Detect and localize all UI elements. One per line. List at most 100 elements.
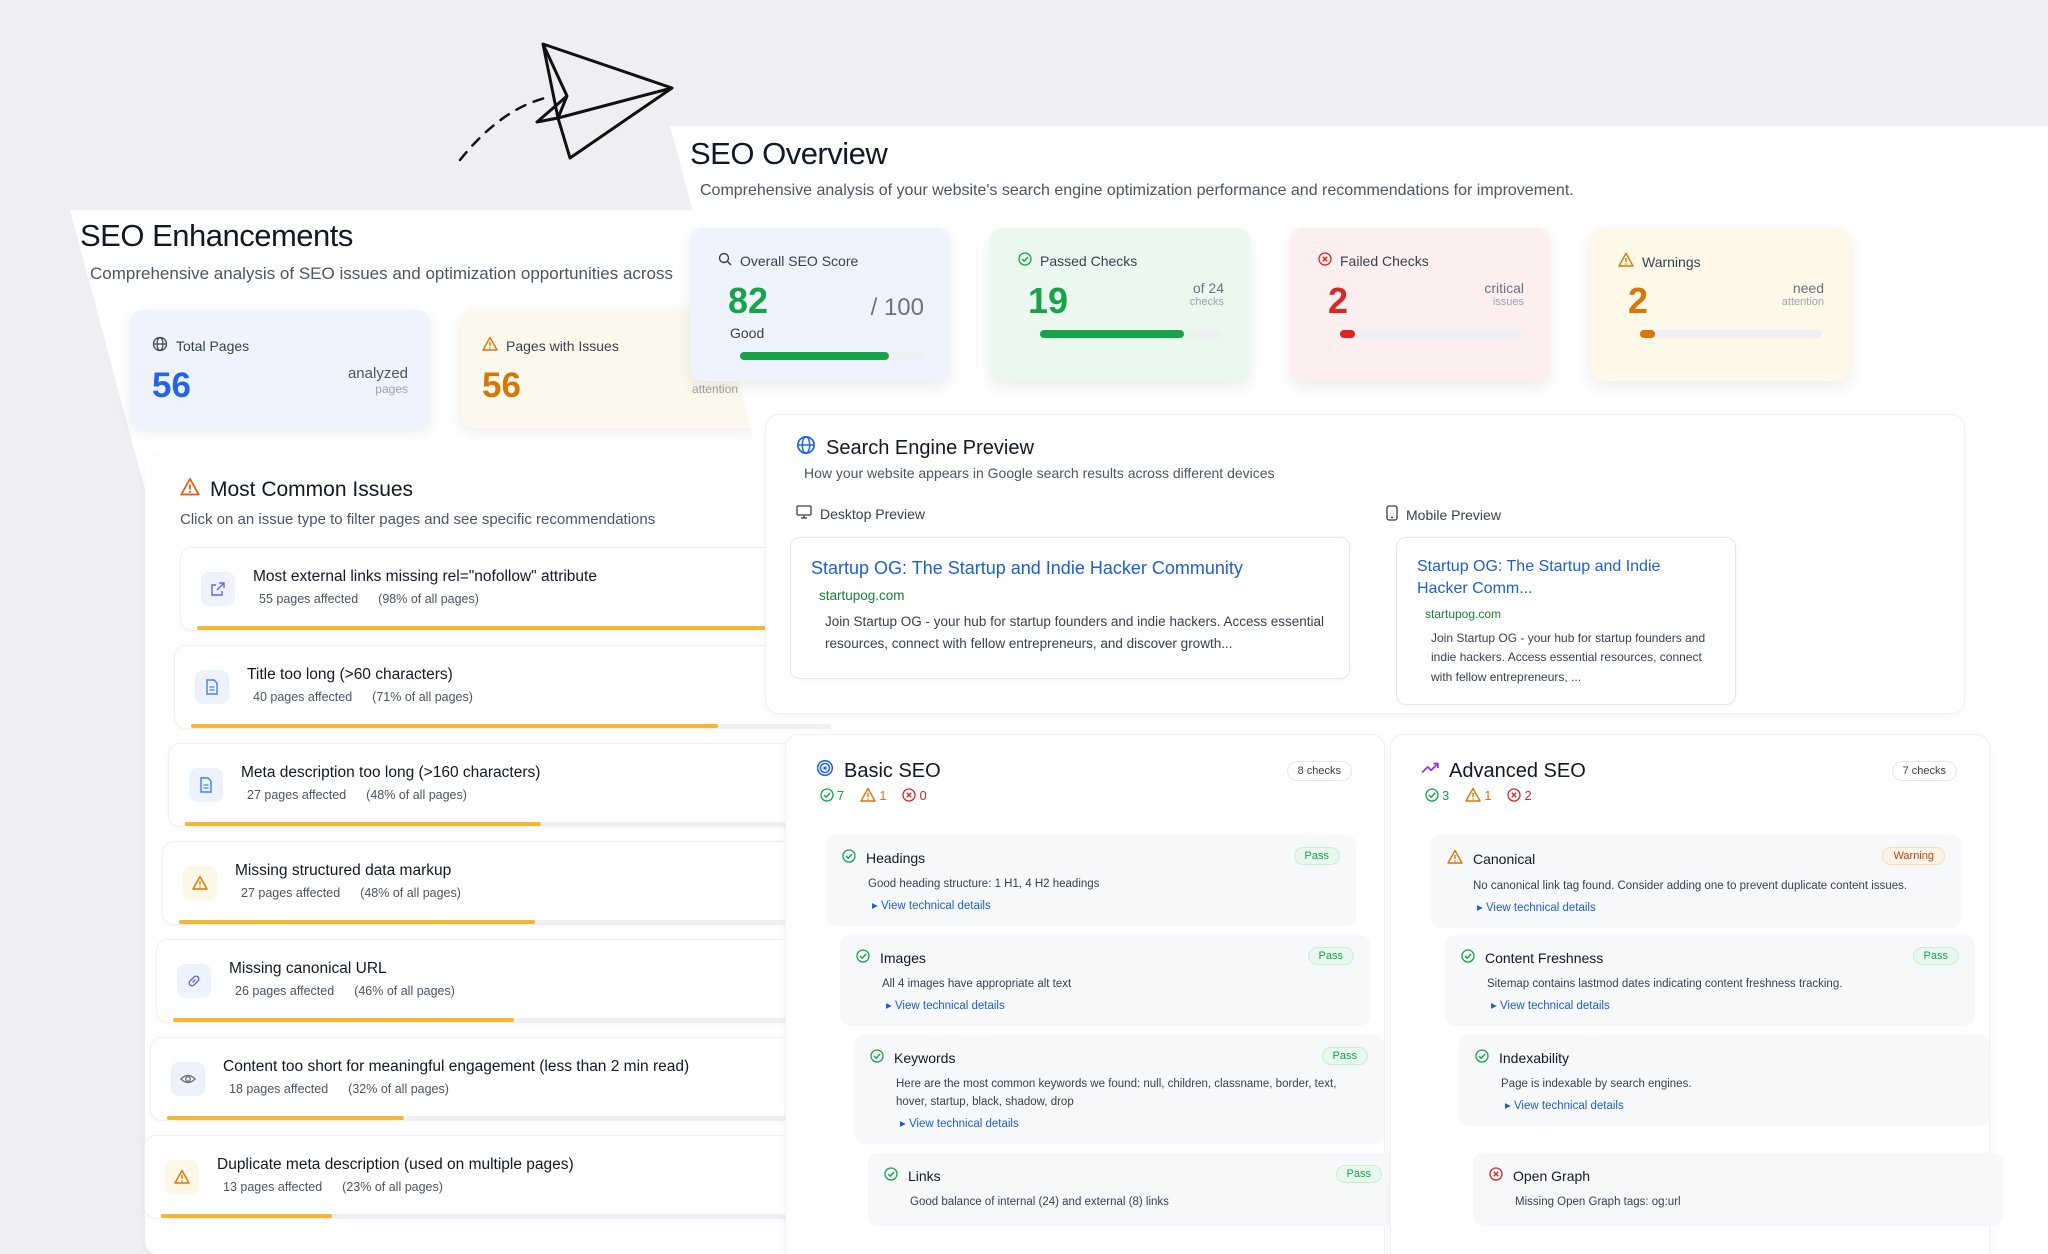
issue-pages-affected: 40 pages affected [253,690,353,704]
link-icon [177,964,211,998]
kpi-side: of 24 [1192,280,1224,296]
view-technical-details-link[interactable]: ▸ View technical details [1505,1098,1973,1112]
mobile-preview-label: Mobile Preview [1386,505,1501,524]
issue-meta: 40 pages affected (71% of all pages) [253,690,473,704]
check-description: Page is indexable by search engines. [1501,1078,1692,1090]
seo-check-item: Keywords Pass Here are the most common key… [854,1035,1384,1144]
check-description: All 4 images have appropriate alt text [882,978,1072,990]
paper-plane-icon [458,42,674,162]
search-engine-preview-card: Search Engine Preview How your website a… [765,414,1965,714]
check-description: Sitemap contains lastmod dates indicatin… [1487,978,1843,990]
kpi-value: 2 [1628,280,1649,321]
warnings-card: Warnings 2 need attention [1590,228,1850,381]
issue-meta: 26 pages affected (46% of all pages) [235,984,455,998]
check-circle-icon [856,949,870,966]
warning-icon [183,866,217,900]
warning-icon [1618,252,1634,271]
kpi-progress-bar [1640,330,1822,338]
issue-meta: 13 pages affected (23% of all pages) [223,1180,443,1194]
issue-meta: 18 pages affected (32% of all pages) [229,1082,449,1096]
check-circle-icon [842,849,856,866]
issue-meta: 27 pages affected (48% of all pages) [241,886,461,900]
total-pages-card: Total Pages 56 analyzed pages [130,310,430,428]
status-badge: Pass [1307,947,1354,965]
kpi-value: 19 [1028,280,1069,321]
stat-value: 56 [482,366,521,405]
group-title: Basic SEO [844,759,941,782]
seo-check-item: Content Freshness Pass Sitemap contains la… [1445,935,1975,1026]
kpi-progress-fill [740,352,890,360]
warning-icon [482,336,498,355]
serp-title-link[interactable]: Startup OG: The Startup and Indie Hacker… [811,556,1329,580]
check-name: Headings [866,849,926,866]
external-link-icon [201,572,235,606]
kpi-side: need [1792,280,1824,296]
issue-progress-fill [185,822,542,826]
serp-url: startupog.com [819,588,905,604]
section-subtitle: Click on an issue type to filter pages a… [180,511,656,528]
view-technical-details-link[interactable]: ▸ View technical details [900,1116,1368,1130]
status-badge: Pass [1321,1047,1368,1065]
advanced-seo-card: Advanced SEO 7 checks 3 1 2 Canonical Warning N… [1390,734,2003,1254]
kpi-progress-bar [1340,330,1522,338]
stat-value: 56 [152,366,191,405]
issue-pages-affected: 26 pages affected [235,984,335,998]
issue-progress-fill [161,1214,332,1218]
kpi-rating: Good [730,325,765,341]
seo-check-item: Images Pass All 4 images have appropriate … [840,935,1370,1026]
page-subtitle: Comprehensive analysis of your website's… [700,182,1574,199]
kpi-progress-bar [1040,330,1222,338]
fail-count: 2 [1524,787,1532,803]
page-title: SEO Enhancements [80,218,353,253]
kpi-side-small: issues [1492,296,1524,309]
warning-icon [180,477,200,503]
check-description: Good heading structure: 1 H1, 4 H2 headi… [868,878,1100,890]
check-name: Images [880,949,926,966]
serp-url: startupog.com [1425,607,1502,622]
issue-pages-affected: 18 pages affected [229,1082,329,1096]
check-circle-icon [1475,1049,1489,1066]
search-icon [718,252,732,269]
issue-title: Missing structured data markup [235,862,452,879]
issue-percentage: (71% of all pages) [372,690,473,704]
issue-meta: 27 pages affected (48% of all pages) [247,788,467,802]
section-subtitle: How your website appears in Google searc… [804,465,1275,481]
serp-title-link[interactable]: Startup OG: The Startup and Indie Hacker… [1417,556,1715,599]
issue-percentage: (32% of all pages) [348,1082,449,1096]
warning-icon [1447,849,1463,868]
kpi-label: Warnings [1642,253,1701,270]
globe-icon [152,336,168,355]
issue-progress-fill [167,1116,405,1120]
stat-label: Pages with Issues [506,337,619,354]
check-name: Canonical [1473,850,1536,867]
overall-seo-score-card: Overall SEO Score 82 Good / 100 [690,228,950,381]
issue-percentage: (23% of all pages) [342,1180,443,1194]
fail-count: 0 [919,787,927,803]
document-icon [189,768,223,802]
status-badge: Pass [1293,847,1340,865]
issue-meta: 55 pages affected (98% of all pages) [259,592,479,606]
issue-title: Title too long (>60 characters) [247,666,453,683]
page-subtitle: Comprehensive analysis of SEO issues and… [90,264,674,283]
kpi-side-small: checks [1189,296,1224,309]
seo-check-item: Indexability Page is indexable by search … [1459,1035,1989,1126]
issue-title: Meta description too long (>160 characte… [241,764,541,781]
document-icon [195,670,229,704]
kpi-label: Overall SEO Score [740,252,859,269]
group-title: Advanced SEO [1449,759,1586,782]
view-technical-details-link[interactable]: ▸ View technical details [886,998,1354,1012]
status-badge: Pass [1335,1165,1382,1183]
kpi-progress-fill [1640,330,1655,338]
checks-count-badge: 8 checks [1286,761,1352,781]
warning-icon [165,1160,199,1194]
check-name: Open Graph [1513,1167,1591,1184]
issue-percentage: (48% of all pages) [366,788,467,802]
kpi-progress-bar [740,352,922,360]
check-circle-icon [870,1049,884,1066]
view-technical-details-link[interactable]: ▸ View technical details [1477,900,1945,914]
kpi-value: 82 [728,280,769,321]
view-technical-details-link[interactable]: ▸ View technical details [872,898,1340,912]
view-technical-details-link[interactable]: ▸ View technical details [1491,998,1959,1012]
target-icon [816,759,834,783]
serp-description: Join Startup OG - your hub for startup f… [1431,631,1706,684]
